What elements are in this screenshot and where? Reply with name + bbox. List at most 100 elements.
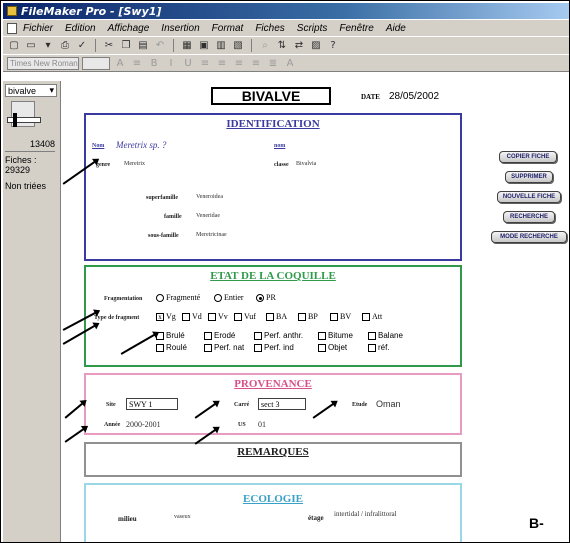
checkbox[interactable] bbox=[298, 312, 306, 321]
new-file-icon[interactable]: ▢ bbox=[7, 39, 21, 52]
radio-button-selected[interactable] bbox=[256, 293, 264, 302]
species-field[interactable]: Meretrix sp. ? bbox=[116, 140, 166, 150]
menu-aide[interactable]: Aide bbox=[386, 23, 406, 34]
spacing-icon[interactable]: ≣ bbox=[266, 57, 280, 70]
checkbox-objet[interactable]: Objet bbox=[318, 343, 347, 352]
radio-button[interactable] bbox=[214, 293, 222, 302]
checkbox[interactable] bbox=[368, 331, 376, 340]
underline-icon[interactable]: U bbox=[181, 57, 195, 70]
site-field[interactable]: SWY 1 bbox=[126, 398, 178, 410]
record-slider-thumb[interactable] bbox=[13, 113, 17, 127]
radio-entier[interactable]: Entier bbox=[214, 293, 244, 302]
menu-affichage[interactable]: Affichage bbox=[108, 23, 150, 34]
checkbox-roule[interactable]: Roulé bbox=[156, 343, 187, 352]
checkbox[interactable] bbox=[208, 312, 216, 321]
bold-icon[interactable]: B bbox=[147, 57, 161, 70]
etage-field[interactable]: intertidal / infralittoral bbox=[334, 510, 397, 518]
copy-icon[interactable]: ❐ bbox=[119, 39, 133, 52]
checkbox-vv[interactable]: Vv bbox=[208, 312, 228, 321]
italic-icon[interactable]: I bbox=[164, 57, 178, 70]
checkbox-bp[interactable]: BP bbox=[298, 312, 318, 321]
menu-edition[interactable]: Edition bbox=[65, 23, 96, 34]
etude-field[interactable]: Oman bbox=[376, 399, 401, 409]
dropdown-arrow-icon[interactable]: ▾ bbox=[41, 39, 55, 52]
checkbox-ba[interactable]: BA bbox=[266, 312, 287, 321]
milieu-field[interactable]: vaseux bbox=[174, 514, 191, 520]
checkbox-ref[interactable]: réf. bbox=[368, 343, 390, 352]
replace-icon[interactable]: ⇄ bbox=[292, 39, 306, 52]
us-field[interactable]: 01 bbox=[258, 420, 266, 429]
checkbox-vuf[interactable]: Vuf bbox=[234, 312, 256, 321]
browse-mode-icon[interactable]: ▦ bbox=[180, 39, 194, 52]
superfamille-field[interactable]: Veneroidea bbox=[196, 194, 223, 200]
menu-insertion[interactable]: Insertion bbox=[161, 23, 199, 34]
checkbox-bitume[interactable]: Bitume bbox=[318, 331, 353, 340]
checkbox[interactable] bbox=[182, 312, 190, 321]
align-right-icon[interactable]: ≡ bbox=[232, 57, 246, 70]
menu-fichier[interactable]: Fichier bbox=[23, 23, 53, 34]
help-icon[interactable]: ? bbox=[326, 39, 340, 52]
text-color-icon[interactable]: A bbox=[283, 57, 297, 70]
find-mode-icon[interactable]: ▣ bbox=[197, 39, 211, 52]
record-number[interactable]: 13408 bbox=[5, 139, 55, 149]
checkbox[interactable] bbox=[234, 312, 242, 321]
mode-recherche-button[interactable]: MODE RECHERCHE bbox=[491, 231, 567, 243]
checkbox-att[interactable]: Att bbox=[362, 312, 382, 321]
supprimer-button[interactable]: SUPPRIMER bbox=[505, 171, 553, 183]
checkbox[interactable] bbox=[254, 343, 262, 352]
font-name-select[interactable]: Times New Roman bbox=[7, 56, 79, 70]
nouvelle-fiche-button[interactable]: NOUVELLE FICHE bbox=[497, 191, 561, 203]
menu-format[interactable]: Format bbox=[212, 23, 244, 34]
checkbox-vg[interactable]: x Vg bbox=[156, 312, 176, 321]
preview-mode-icon[interactable]: ▧ bbox=[231, 39, 245, 52]
layout-mode-icon[interactable]: ▥ bbox=[214, 39, 228, 52]
checkbox[interactable] bbox=[156, 343, 164, 352]
annee-field[interactable]: 2000-2001 bbox=[126, 420, 161, 429]
checkbox[interactable] bbox=[254, 331, 262, 340]
checkbox-perf-ind[interactable]: Perf. ind bbox=[254, 343, 294, 352]
spellcheck-icon[interactable]: ✓ bbox=[75, 39, 89, 52]
sousfamille-field[interactable]: Meretricinae bbox=[196, 232, 227, 238]
checkbox[interactable] bbox=[204, 343, 212, 352]
cut-icon[interactable]: ✂ bbox=[102, 39, 116, 52]
menu-scripts[interactable]: Scripts bbox=[297, 23, 328, 34]
checkbox-erode[interactable]: Erodé bbox=[204, 331, 235, 340]
checkbox-balane[interactable]: Balane bbox=[368, 331, 403, 340]
genus-field[interactable]: Meretrix bbox=[124, 161, 145, 167]
radio-fragmente[interactable]: Fragmenté bbox=[156, 293, 200, 302]
sort-icon[interactable]: ⇅ bbox=[275, 39, 289, 52]
copier-fiche-button[interactable]: COPIER FICHE bbox=[499, 151, 557, 163]
find-all-icon[interactable]: ⌕ bbox=[258, 39, 272, 52]
checkbox-perf-anthr[interactable]: Perf. anthr. bbox=[254, 331, 303, 340]
radio-button[interactable] bbox=[156, 293, 164, 302]
carre-field[interactable]: sect 3 bbox=[258, 398, 306, 410]
menu-fenetre[interactable]: Fenêtre bbox=[339, 23, 373, 34]
recherche-button[interactable]: RECHERCHE bbox=[503, 211, 555, 223]
checkbox[interactable] bbox=[318, 331, 326, 340]
record-book-icon[interactable] bbox=[7, 101, 41, 137]
classe-field[interactable]: Bivalvia bbox=[296, 161, 316, 167]
checkbox[interactable] bbox=[318, 343, 326, 352]
font-size-select[interactable] bbox=[82, 56, 110, 70]
checkbox-bv[interactable]: BV bbox=[330, 312, 351, 321]
print-icon[interactable]: ⎙ bbox=[58, 39, 72, 52]
align-icon[interactable]: ≡ bbox=[130, 57, 144, 70]
checkbox-vd[interactable]: Vd bbox=[182, 312, 202, 321]
align-center-icon[interactable]: ≡ bbox=[215, 57, 229, 70]
paste-icon[interactable]: ▤ bbox=[136, 39, 150, 52]
undo-icon[interactable]: ↶ bbox=[153, 39, 167, 52]
checkbox[interactable] bbox=[204, 331, 212, 340]
checkbox[interactable] bbox=[330, 312, 338, 321]
align-left-icon[interactable]: ≡ bbox=[198, 57, 212, 70]
justify-icon[interactable]: ≡ bbox=[249, 57, 263, 70]
checkbox-perf-nat[interactable]: Perf. nat bbox=[204, 343, 244, 352]
checkbox[interactable] bbox=[368, 343, 376, 352]
checkbox-checked[interactable]: x bbox=[156, 312, 164, 321]
date-field[interactable]: 28/05/2002 bbox=[389, 91, 439, 102]
records-icon[interactable]: ▨ bbox=[309, 39, 323, 52]
radio-pr[interactable]: PR bbox=[256, 293, 276, 302]
menu-fiches[interactable]: Fiches bbox=[255, 23, 284, 34]
document-icon[interactable] bbox=[7, 22, 17, 34]
checkbox[interactable] bbox=[266, 312, 274, 321]
famille-field[interactable]: Veneridae bbox=[196, 213, 220, 219]
